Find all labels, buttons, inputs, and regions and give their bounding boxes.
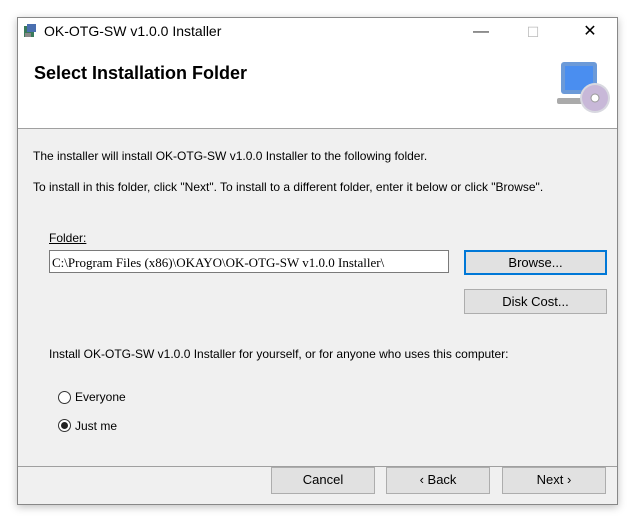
- everyone-radio[interactable]: [58, 391, 71, 404]
- installer-app-icon: [24, 24, 36, 37]
- next-button[interactable]: Next ›: [502, 467, 606, 494]
- scope-prompt: Install OK-OTG-SW v1.0.0 Installer for y…: [49, 347, 509, 361]
- maximize-button[interactable]: ☐: [510, 18, 556, 46]
- folder-label: Folder:: [49, 231, 87, 245]
- disk-cost-button[interactable]: Disk Cost...: [464, 289, 607, 314]
- instructions-text: To install in this folder, click "Next".…: [33, 180, 544, 194]
- page-title: Select Installation Folder: [34, 63, 248, 83]
- cancel-button[interactable]: Cancel: [271, 467, 375, 494]
- everyone-label[interactable]: Everyone: [75, 390, 126, 404]
- just-me-label[interactable]: Just me: [75, 419, 117, 433]
- installer-window: OK-OTG-SW v1.0.0 Installer — ☐ ✕ Select …: [17, 17, 618, 505]
- browse-button[interactable]: Browse...: [464, 250, 607, 275]
- title-bar: OK-OTG-SW v1.0.0 Installer — ☐ ✕: [18, 18, 617, 46]
- header-banner: Select Installation Folder: [18, 46, 617, 129]
- folder-input[interactable]: C:\Program Files (x86)\OKAYO\OK-OTG-SW v…: [49, 250, 449, 273]
- close-button[interactable]: ✕: [567, 18, 613, 46]
- intro-text: The installer will install OK-OTG-SW v1.…: [33, 149, 428, 163]
- minimize-button[interactable]: —: [458, 18, 504, 46]
- back-button[interactable]: ‹ Back: [386, 467, 490, 494]
- window-title: OK-OTG-SW v1.0.0 Installer: [44, 23, 222, 39]
- just-me-radio[interactable]: [58, 419, 71, 432]
- computer-cd-icon: [557, 62, 610, 113]
